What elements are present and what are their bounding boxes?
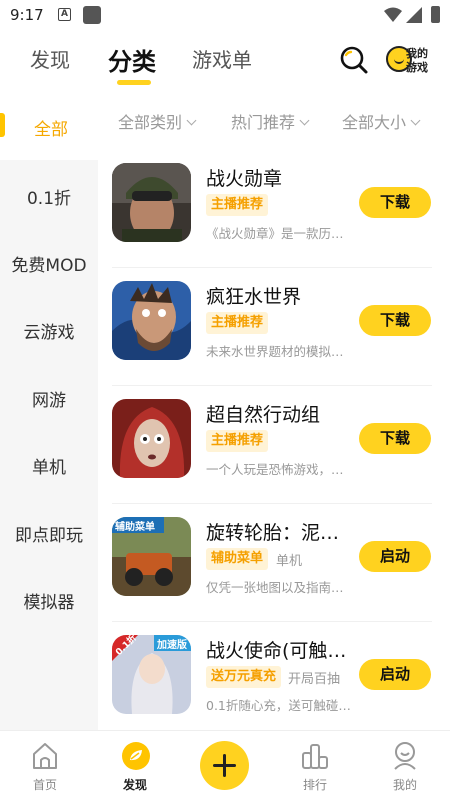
game-description: 仅凭一张地图以及指南针…	[206, 580, 354, 595]
game-tag-secondary: 开局百抽	[288, 672, 341, 687]
tab-category[interactable]: 分类	[108, 42, 156, 77]
category-sidebar: 0.1折 免费MOD 云游戏 网游 单机 即点即玩 模拟器	[0, 160, 98, 730]
list-item[interactable]: 加速版 0.1折 战火使命(可触碰… 送万元真充 开局百抽 0.1折随心充，送可…	[98, 622, 450, 730]
nav-discover-label: 发现	[122, 778, 147, 792]
game-icon	[112, 399, 191, 478]
game-title: 疯狂水世界	[206, 286, 302, 308]
game-description: 一个人玩是恐怖游戏，两…	[206, 462, 354, 477]
status-time: 9:17	[10, 6, 44, 24]
list-item[interactable]: 战火勋章 主播推荐 《战火勋章》是一款历史… 下载	[98, 150, 450, 268]
rank-icon	[302, 744, 328, 769]
game-tag: 主播推荐	[206, 430, 269, 452]
game-title: 旋转轮胎：泥泞…	[206, 522, 356, 544]
sort-filter-label: 热门推荐	[231, 113, 296, 132]
profile-icon	[394, 742, 416, 770]
active-sidebar-indicator	[0, 113, 5, 137]
sidebar-item-cloud-game[interactable]: 云游戏	[0, 318, 98, 343]
wifi-icon	[384, 7, 402, 22]
download-button[interactable]: 下载	[359, 423, 431, 454]
active-tab-indicator	[117, 80, 151, 85]
size-filter-label: 全部大小	[342, 113, 407, 132]
list-item[interactable]: 疯狂水世界 主播推荐 未来水世界题材的模拟经… 下载	[98, 268, 450, 386]
game-icon: 辅助菜单	[112, 517, 191, 596]
sidebar-item-instant-play[interactable]: 即点即玩	[0, 521, 98, 546]
sidebar-item-all-label: 全部	[34, 120, 68, 140]
game-icon: 加速版 0.1折	[112, 635, 191, 714]
sidebar-item-all[interactable]: 全部	[0, 96, 98, 146]
nav-mine-label: 我的	[392, 778, 417, 792]
nav-home-label: 首页	[32, 778, 57, 792]
notification-a-icon: A	[58, 8, 71, 21]
game-description: 未来水世界题材的模拟经…	[206, 344, 354, 359]
discover-icon	[122, 742, 150, 770]
nav-discover[interactable]: 发现	[90, 731, 180, 800]
status-bar: 9:17 A	[0, 0, 450, 30]
top-tab-bar: 发现 分类 游戏单 我的 游戏	[0, 30, 450, 90]
tab-game-list[interactable]: 游戏单	[192, 44, 252, 73]
game-tag-secondary: 单机	[276, 554, 303, 569]
game-icon	[112, 163, 191, 242]
game-icon	[112, 281, 191, 360]
nav-rank[interactable]: 排行	[270, 731, 360, 800]
nav-mine[interactable]: 我的	[360, 731, 450, 800]
sidebar-item-discount[interactable]: 0.1折	[0, 184, 98, 209]
category-filter-label: 全部类别	[118, 113, 183, 132]
bottom-nav: 首页 发现 排行 我的	[0, 730, 450, 800]
sidebar-item-single-player[interactable]: 单机	[0, 453, 98, 478]
launch-button[interactable]: 启动	[359, 541, 431, 572]
nav-rank-label: 排行	[302, 778, 327, 792]
chevron-down-icon	[410, 115, 421, 126]
nav-home[interactable]: 首页	[0, 731, 90, 800]
game-tag: 主播推荐	[206, 312, 269, 334]
game-badge: 加速版	[157, 640, 187, 651]
game-badge: 辅助菜单	[115, 522, 155, 533]
size-filter-dropdown[interactable]: 全部大小	[342, 109, 421, 133]
chevron-down-icon	[186, 115, 197, 126]
list-item[interactable]: 超自然行动组 主播推荐 一个人玩是恐怖游戏，两… 下载	[98, 386, 450, 504]
sidebar-item-emulator[interactable]: 模拟器	[0, 588, 98, 613]
game-description: 0.1折随心充，送可触碰战…	[206, 698, 354, 713]
download-button[interactable]: 下载	[359, 187, 431, 218]
game-title: 战火勋章	[206, 168, 283, 190]
game-description: 《战火勋章》是一款历史…	[206, 226, 354, 241]
list-item[interactable]: 辅助菜单 旋转轮胎：泥泞… 辅助菜单 单机 仅凭一张地图以及指南针… 启动	[98, 504, 450, 622]
sort-filter-dropdown[interactable]: 热门推荐	[231, 109, 310, 133]
signal-icon	[406, 7, 422, 23]
add-button[interactable]	[200, 741, 249, 790]
battery-icon	[431, 6, 440, 23]
game-tag: 辅助菜单	[206, 548, 269, 570]
category-filter-dropdown[interactable]: 全部类别	[118, 109, 197, 133]
game-list: 战火勋章 主播推荐 《战火勋章》是一款历史… 下载 疯狂水世界 主播推荐 未来水…	[98, 150, 450, 730]
sidebar-item-free-mod[interactable]: 免费MOD	[0, 251, 98, 276]
my-games-label-line2: 游戏	[406, 61, 428, 74]
search-icon[interactable]	[338, 44, 370, 76]
game-title: 超自然行动组	[206, 404, 321, 426]
filter-row: 全部 全部类别 热门推荐 全部大小	[0, 96, 450, 146]
game-tag: 主播推荐	[206, 194, 269, 216]
download-button[interactable]: 下载	[359, 305, 431, 336]
notification-app-icon	[83, 6, 101, 24]
tab-discover[interactable]: 发现	[30, 44, 70, 73]
launch-button[interactable]: 启动	[359, 659, 431, 690]
chevron-down-icon	[299, 115, 310, 126]
game-title: 战火使命(可触碰…	[206, 640, 356, 662]
my-games-button[interactable]: 我的 游戏	[386, 42, 436, 78]
game-tag: 送万元真充	[206, 666, 282, 688]
home-icon	[33, 743, 57, 769]
sidebar-item-online-game[interactable]: 网游	[0, 386, 98, 411]
